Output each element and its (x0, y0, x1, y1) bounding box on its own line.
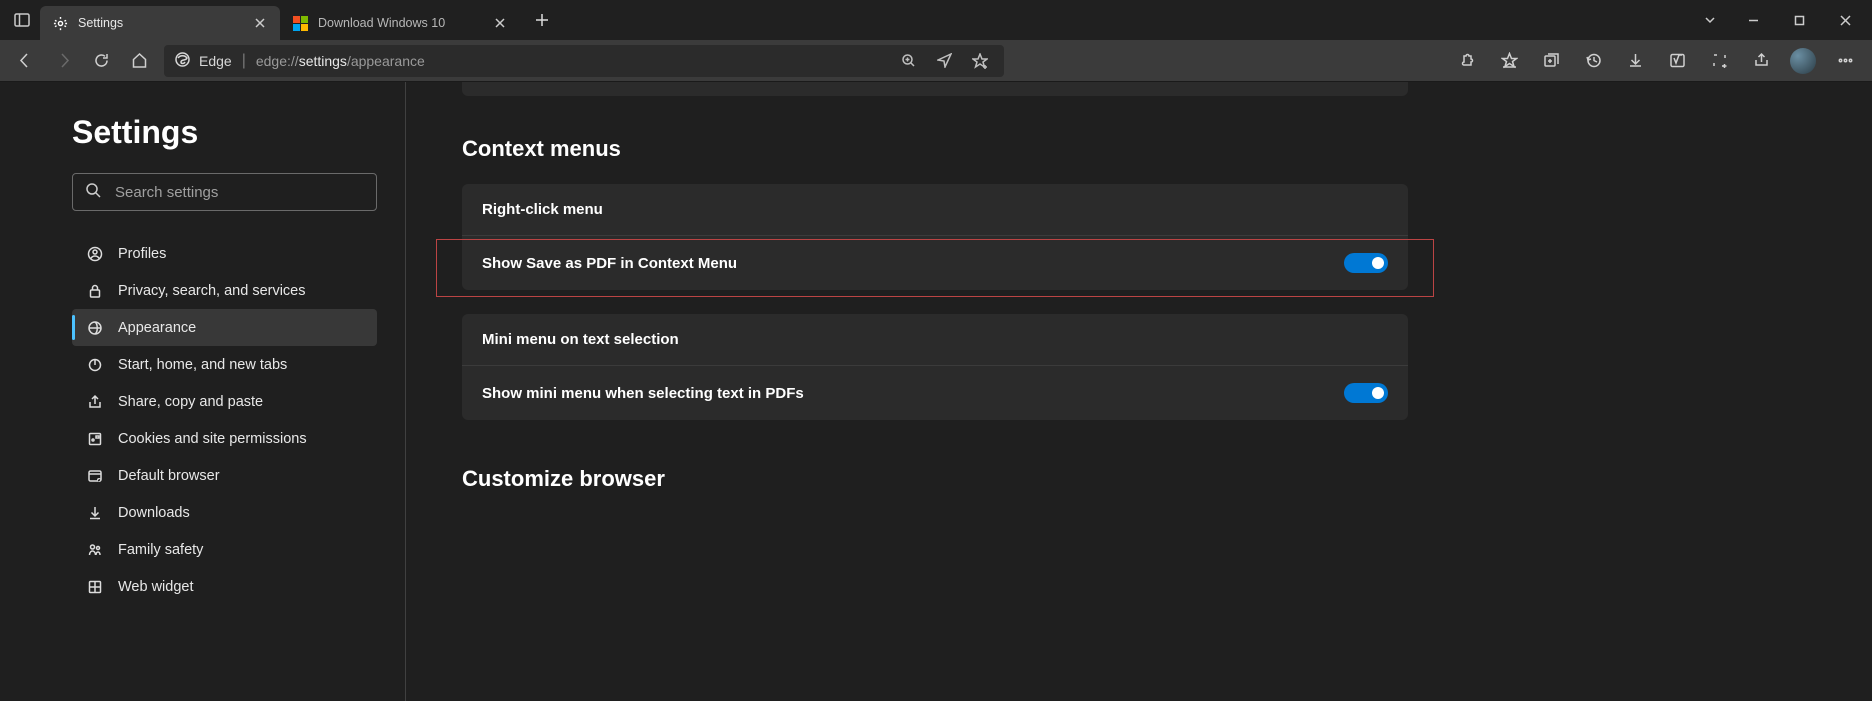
send-icon[interactable] (930, 47, 958, 75)
tab-label: Settings (78, 16, 252, 30)
sidebar-item-start-home[interactable]: Start, home, and new tabs (72, 346, 377, 383)
appearance-icon (86, 320, 104, 336)
toggle-save-as-pdf[interactable] (1344, 253, 1388, 273)
close-icon[interactable] (492, 15, 508, 31)
card-right-click-menu: Right-click menu Show Save as PDF in Con… (462, 184, 1408, 290)
cookies-icon (86, 431, 104, 447)
extensions-button[interactable] (1448, 43, 1486, 79)
favorite-star-icon[interactable] (966, 47, 994, 75)
window-close-button[interactable] (1822, 0, 1868, 40)
profile-icon (86, 246, 104, 262)
tab-settings[interactable]: Settings (40, 6, 280, 40)
previous-card-edge (462, 82, 1408, 96)
sidebar-item-downloads[interactable]: Downloads (72, 494, 377, 531)
more-menu-button[interactable] (1826, 43, 1864, 79)
toolbar: Edge | edge://settings/appearance (0, 40, 1872, 82)
share-icon (86, 394, 104, 410)
share-button[interactable] (1742, 43, 1780, 79)
search-settings-input[interactable] (72, 173, 377, 211)
sidebar-item-default-browser[interactable]: Default browser (72, 457, 377, 494)
new-tab-button[interactable] (526, 4, 558, 36)
search-icon (85, 182, 101, 203)
window-minimize-button[interactable] (1730, 0, 1776, 40)
tab-actions-button[interactable] (4, 2, 40, 38)
power-icon (86, 357, 104, 373)
favorites-button[interactable] (1490, 43, 1528, 79)
sidebar-item-profiles[interactable]: Profiles (72, 235, 377, 272)
section-title-customize-browser: Customize browser (462, 466, 1824, 492)
settings-sidebar: Settings Profiles Privacy, search, and s… (0, 82, 406, 701)
widget-icon (86, 579, 104, 595)
card-mini-menu: Mini menu on text selection Show mini me… (462, 314, 1408, 420)
toggle-mini-menu-pdf[interactable] (1344, 383, 1388, 403)
search-input[interactable] (115, 184, 364, 201)
sidebar-item-share-copy-paste[interactable]: Share, copy and paste (72, 383, 377, 420)
downloads-button[interactable] (1616, 43, 1654, 79)
sidebar-item-cookies[interactable]: Cookies and site permissions (72, 420, 377, 457)
sidebar-item-privacy[interactable]: Privacy, search, and services (72, 272, 377, 309)
section-title-context-menus: Context menus (462, 136, 1824, 162)
forward-button[interactable] (44, 43, 82, 79)
address-bar[interactable]: Edge | edge://settings/appearance (164, 45, 1004, 77)
page-title: Settings (72, 114, 377, 151)
card-header: Right-click menu (462, 184, 1408, 236)
profile-avatar[interactable] (1790, 48, 1816, 74)
sidebar-item-appearance[interactable]: Appearance (72, 309, 377, 346)
tab-label: Download Windows 10 (318, 16, 492, 30)
site-identity-label: Edge (199, 53, 232, 69)
card-header: Mini menu on text selection (462, 314, 1408, 366)
row-label: Show Save as PDF in Context Menu (482, 255, 737, 272)
row-label: Show mini menu when selecting text in PD… (482, 385, 804, 402)
close-icon[interactable] (252, 15, 268, 31)
zoom-icon[interactable] (894, 47, 922, 75)
sidebar-item-family-safety[interactable]: Family safety (72, 531, 377, 568)
tab-download-windows[interactable]: Download Windows 10 (280, 6, 520, 40)
window-maximize-button[interactable] (1776, 0, 1822, 40)
tab-strip: Settings Download Windows 10 (0, 0, 1872, 40)
download-icon (86, 505, 104, 521)
home-button[interactable] (120, 43, 158, 79)
edge-logo-icon (174, 51, 191, 71)
setting-row-save-as-pdf: Show Save as PDF in Context Menu (462, 236, 1408, 290)
family-icon (86, 542, 104, 558)
math-solver-button[interactable] (1658, 43, 1696, 79)
history-button[interactable] (1574, 43, 1612, 79)
setting-row-mini-menu-pdf: Show mini menu when selecting text in PD… (462, 366, 1408, 420)
screenshot-button[interactable] (1700, 43, 1738, 79)
back-button[interactable] (6, 43, 44, 79)
sidebar-item-web-widget[interactable]: Web widget (72, 568, 377, 605)
browser-icon (86, 468, 104, 484)
refresh-button[interactable] (82, 43, 120, 79)
collections-button[interactable] (1532, 43, 1570, 79)
gear-icon (52, 15, 68, 31)
settings-main: Context menus Right-click menu Show Save… (406, 82, 1872, 701)
lock-icon (86, 283, 104, 299)
microsoft-logo-icon (292, 15, 308, 31)
url-text: edge://settings/appearance (256, 53, 425, 69)
tab-overflow-button[interactable] (1690, 0, 1730, 40)
